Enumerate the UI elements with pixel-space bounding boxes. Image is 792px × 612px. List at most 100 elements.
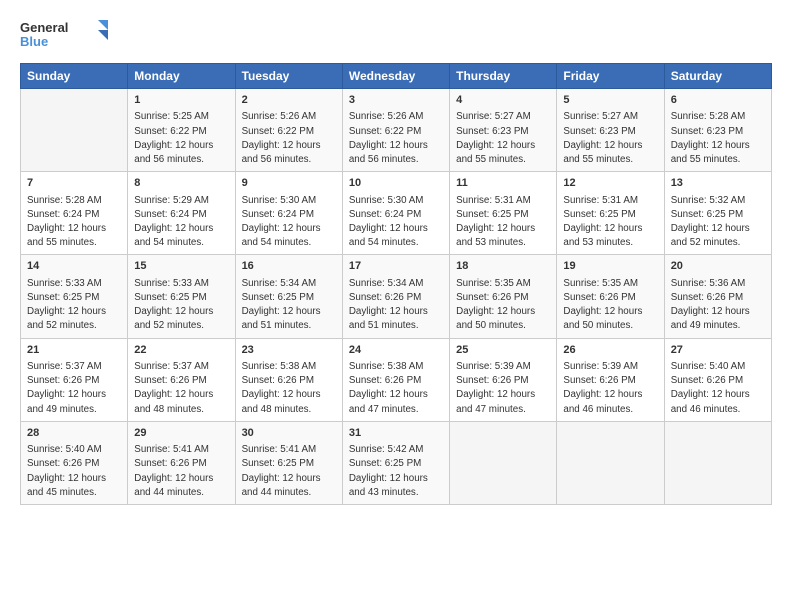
day-info: Sunrise: 5:41 AMSunset: 6:26 PMDaylight:…	[134, 443, 228, 500]
calendar-cell: 25 Sunrise: 5:39 AMSunset: 6:26 PMDayligh…	[450, 338, 557, 421]
calendar-cell: 1 Sunrise: 5:25 AMSunset: 6:22 PMDaylight…	[128, 89, 235, 172]
svg-text:Blue: Blue	[20, 34, 48, 49]
day-number: 1	[134, 93, 228, 108]
day-number: 12	[563, 176, 657, 191]
calendar-cell: 21 Sunrise: 5:37 AMSunset: 6:26 PMDayligh…	[21, 338, 128, 421]
week-row-2: 7 Sunrise: 5:28 AMSunset: 6:24 PMDaylight…	[21, 172, 772, 255]
day-number: 10	[349, 176, 443, 191]
day-info: Sunrise: 5:37 AMSunset: 6:26 PMDaylight:…	[134, 360, 228, 417]
calendar-cell: 28 Sunrise: 5:40 AMSunset: 6:26 PMDayligh…	[21, 421, 128, 504]
calendar-cell: 31Sunrise: 5:42 AMSunset: 6:25 PMDayligh…	[342, 421, 449, 504]
day-number: 24	[349, 343, 443, 358]
calendar-cell: 9 Sunrise: 5:30 AMSunset: 6:24 PMDaylight…	[235, 172, 342, 255]
day-info: Sunrise: 5:32 AMSunset: 6:25 PMDaylight:…	[671, 194, 765, 251]
day-number: 14	[27, 259, 121, 274]
day-info: Sunrise: 5:39 AMSunset: 6:26 PMDaylight:…	[456, 360, 550, 417]
calendar-cell: 20 Sunrise: 5:36 AMSunset: 6:26 PMDayligh…	[664, 255, 771, 338]
logo-svg: General Blue	[20, 18, 110, 53]
calendar-cell: 8Sunrise: 5:29 AMSunset: 6:24 PMDaylight…	[128, 172, 235, 255]
calendar-cell: 29 Sunrise: 5:41 AMSunset: 6:26 PMDayligh…	[128, 421, 235, 504]
day-info: Sunrise: 5:37 AMSunset: 6:26 PMDaylight:…	[27, 360, 121, 417]
calendar-table: SundayMondayTuesdayWednesdayThursdayFrid…	[20, 63, 772, 505]
day-number: 30	[242, 426, 336, 441]
calendar-cell: 5 Sunrise: 5:27 AMSunset: 6:23 PMDaylight…	[557, 89, 664, 172]
day-number: 28	[27, 426, 121, 441]
day-number: 21	[27, 343, 121, 358]
day-number: 22	[134, 343, 228, 358]
day-info: Sunrise: 5:33 AMSunset: 6:25 PMDaylight:…	[134, 277, 228, 334]
column-header-tuesday: Tuesday	[235, 64, 342, 89]
page-container: General Blue SundayMondayTuesdayWednesda…	[0, 0, 792, 517]
calendar-cell: 24 Sunrise: 5:38 AMSunset: 6:26 PMDayligh…	[342, 338, 449, 421]
day-info: Sunrise: 5:31 AMSunset: 6:25 PMDaylight:…	[563, 194, 657, 251]
day-info: Sunrise: 5:33 AMSunset: 6:25 PMDaylight:…	[27, 277, 121, 334]
column-header-wednesday: Wednesday	[342, 64, 449, 89]
day-number: 5	[563, 93, 657, 108]
calendar-cell: 19 Sunrise: 5:35 AMSunset: 6:26 PMDayligh…	[557, 255, 664, 338]
day-info: Sunrise: 5:39 AMSunset: 6:26 PMDaylight:…	[563, 360, 657, 417]
column-header-friday: Friday	[557, 64, 664, 89]
calendar-cell: 23 Sunrise: 5:38 AMSunset: 6:26 PMDayligh…	[235, 338, 342, 421]
calendar-cell: 18 Sunrise: 5:35 AMSunset: 6:26 PMDayligh…	[450, 255, 557, 338]
day-number: 7	[27, 176, 121, 191]
calendar-cell: 4 Sunrise: 5:27 AMSunset: 6:23 PMDaylight…	[450, 89, 557, 172]
calendar-cell: 7 Sunrise: 5:28 AMSunset: 6:24 PMDaylight…	[21, 172, 128, 255]
week-row-4: 21 Sunrise: 5:37 AMSunset: 6:26 PMDayligh…	[21, 338, 772, 421]
day-number: 16	[242, 259, 336, 274]
calendar-header-row: SundayMondayTuesdayWednesdayThursdayFrid…	[21, 64, 772, 89]
day-number: 2	[242, 93, 336, 108]
day-number: 4	[456, 93, 550, 108]
day-info: Sunrise: 5:30 AMSunset: 6:24 PMDaylight:…	[242, 194, 336, 251]
day-number: 29	[134, 426, 228, 441]
day-number: 6	[671, 93, 765, 108]
day-info: Sunrise: 5:42 AMSunset: 6:25 PMDaylight:…	[349, 443, 443, 500]
calendar-cell: 3Sunrise: 5:26 AMSunset: 6:22 PMDaylight…	[342, 89, 449, 172]
calendar-cell: 11 Sunrise: 5:31 AMSunset: 6:25 PMDayligh…	[450, 172, 557, 255]
day-info: Sunrise: 5:28 AMSunset: 6:24 PMDaylight:…	[27, 194, 121, 251]
day-info: Sunrise: 5:35 AMSunset: 6:26 PMDaylight:…	[456, 277, 550, 334]
column-header-saturday: Saturday	[664, 64, 771, 89]
calendar-cell	[664, 421, 771, 504]
day-number: 8	[134, 176, 228, 191]
calendar-cell: 27Sunrise: 5:40 AMSunset: 6:26 PMDayligh…	[664, 338, 771, 421]
day-number: 26	[563, 343, 657, 358]
day-number: 11	[456, 176, 550, 191]
column-header-monday: Monday	[128, 64, 235, 89]
day-info: Sunrise: 5:35 AMSunset: 6:26 PMDaylight:…	[563, 277, 657, 334]
svg-text:General: General	[20, 20, 68, 35]
day-info: Sunrise: 5:38 AMSunset: 6:26 PMDaylight:…	[242, 360, 336, 417]
day-number: 19	[563, 259, 657, 274]
header: General Blue	[20, 18, 772, 53]
column-header-thursday: Thursday	[450, 64, 557, 89]
calendar-cell: 17 Sunrise: 5:34 AMSunset: 6:26 PMDayligh…	[342, 255, 449, 338]
day-info: Sunrise: 5:30 AMSunset: 6:24 PMDaylight:…	[349, 194, 443, 251]
day-info: Sunrise: 5:31 AMSunset: 6:25 PMDaylight:…	[456, 194, 550, 251]
day-number: 25	[456, 343, 550, 358]
day-info: Sunrise: 5:40 AMSunset: 6:26 PMDaylight:…	[27, 443, 121, 500]
day-info: Sunrise: 5:28 AMSunset: 6:23 PMDaylight:…	[671, 110, 765, 167]
day-number: 9	[242, 176, 336, 191]
calendar-cell	[557, 421, 664, 504]
day-number: 23	[242, 343, 336, 358]
day-number: 3	[349, 93, 443, 108]
day-info: Sunrise: 5:27 AMSunset: 6:23 PMDaylight:…	[563, 110, 657, 167]
day-info: Sunrise: 5:36 AMSunset: 6:26 PMDaylight:…	[671, 277, 765, 334]
day-info: Sunrise: 5:34 AMSunset: 6:26 PMDaylight:…	[349, 277, 443, 334]
day-info: Sunrise: 5:27 AMSunset: 6:23 PMDaylight:…	[456, 110, 550, 167]
day-number: 17	[349, 259, 443, 274]
calendar-cell: 22 Sunrise: 5:37 AMSunset: 6:26 PMDayligh…	[128, 338, 235, 421]
day-info: Sunrise: 5:25 AMSunset: 6:22 PMDaylight:…	[134, 110, 228, 167]
day-info: Sunrise: 5:26 AMSunset: 6:22 PMDaylight:…	[242, 110, 336, 167]
calendar-cell: 10 Sunrise: 5:30 AMSunset: 6:24 PMDayligh…	[342, 172, 449, 255]
calendar-cell: 16 Sunrise: 5:34 AMSunset: 6:25 PMDayligh…	[235, 255, 342, 338]
day-info: Sunrise: 5:38 AMSunset: 6:26 PMDaylight:…	[349, 360, 443, 417]
calendar-cell: 2 Sunrise: 5:26 AMSunset: 6:22 PMDaylight…	[235, 89, 342, 172]
column-header-sunday: Sunday	[21, 64, 128, 89]
day-number: 20	[671, 259, 765, 274]
day-number: 18	[456, 259, 550, 274]
calendar-cell: 30 Sunrise: 5:41 AMSunset: 6:25 PMDayligh…	[235, 421, 342, 504]
logo: General Blue	[20, 18, 110, 53]
day-info: Sunrise: 5:40 AMSunset: 6:26 PMDaylight:…	[671, 360, 765, 417]
day-info: Sunrise: 5:34 AMSunset: 6:25 PMDaylight:…	[242, 277, 336, 334]
day-info: Sunrise: 5:41 AMSunset: 6:25 PMDaylight:…	[242, 443, 336, 500]
